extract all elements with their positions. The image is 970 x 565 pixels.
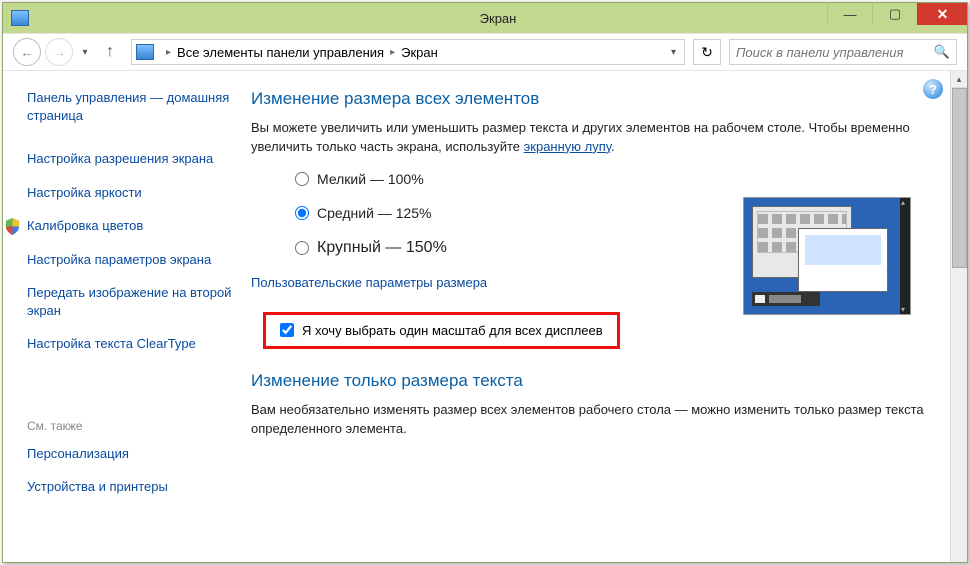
- radio-label: Средний — 125%: [317, 205, 432, 221]
- radio-label: Мелкий — 100%: [317, 171, 424, 187]
- history-dropdown[interactable]: ▾: [77, 42, 93, 62]
- sidebar-item-cleartype[interactable]: Настройка текста ClearType: [27, 335, 251, 353]
- content-area: ? Панель управления — домашняя страница …: [3, 71, 967, 562]
- breadcrumb[interactable]: ▸ Все элементы панели управления ▸ Экран…: [131, 39, 685, 65]
- sidebar: Панель управления — домашняя страница На…: [3, 71, 251, 562]
- up-button[interactable]: ↑: [97, 39, 123, 65]
- sidebar-item-brightness[interactable]: Настройка яркости: [27, 184, 251, 202]
- heading-text-size: Изменение только размера текста: [251, 371, 931, 391]
- location-icon: [136, 44, 154, 60]
- forward-button[interactable]: →: [45, 38, 73, 66]
- sidebar-home[interactable]: Панель управления — домашняя страница: [27, 89, 251, 124]
- scroll-up-button[interactable]: ▴: [951, 71, 967, 88]
- chevron-down-icon[interactable]: ▾: [671, 47, 676, 58]
- sidebar-item-personalization[interactable]: Персонализация: [27, 445, 251, 463]
- checkbox-label: Я хочу выбрать один масштаб для всех дис…: [302, 323, 603, 338]
- nav-bar: ← → ▾ ↑ ▸ Все элементы панели управления…: [3, 33, 967, 71]
- back-button[interactable]: ←: [13, 38, 41, 66]
- minimize-button[interactable]: —: [827, 3, 872, 25]
- window-frame: Экран — ▢ ✕ ← → ▾ ↑ ▸ Все элементы панел…: [2, 2, 968, 563]
- sidebar-item-devices-printers[interactable]: Устройства и принтеры: [27, 478, 251, 496]
- title-bar[interactable]: Экран — ▢ ✕: [3, 3, 967, 33]
- radio-medium-input[interactable]: [295, 206, 309, 220]
- chevron-right-icon: ▸: [390, 47, 395, 58]
- search-icon[interactable]: 🔍: [934, 44, 950, 60]
- preview-scrollbar: [900, 198, 910, 314]
- radio-large-input[interactable]: [295, 241, 309, 255]
- vertical-scrollbar[interactable]: ▴: [950, 71, 967, 562]
- preview-image: [743, 197, 911, 315]
- preview-taskbar: [752, 292, 820, 306]
- radio-small-input[interactable]: [295, 172, 309, 186]
- search-box[interactable]: 🔍: [729, 39, 957, 65]
- sidebar-item-project[interactable]: Передать изображение на второй экран: [27, 284, 251, 319]
- intro-after: .: [611, 139, 615, 154]
- breadcrumb-item[interactable]: Экран: [401, 45, 438, 60]
- see-also-label: См. также: [27, 419, 251, 433]
- sidebar-item-resolution[interactable]: Настройка разрешения экрана: [27, 150, 251, 168]
- breadcrumb-item[interactable]: Все элементы панели управления: [177, 45, 384, 60]
- window-controls: — ▢ ✕: [827, 3, 967, 33]
- search-input[interactable]: [736, 45, 934, 60]
- sidebar-item-display-settings[interactable]: Настройка параметров экрана: [27, 251, 251, 269]
- close-button[interactable]: ✕: [917, 3, 967, 25]
- magnifier-link[interactable]: экранную лупу: [524, 139, 611, 154]
- single-scale-checkbox[interactable]: [280, 323, 294, 337]
- radio-small[interactable]: Мелкий — 100%: [295, 171, 931, 187]
- shield-icon: [5, 218, 20, 235]
- radio-label: Крупный — 150%: [317, 239, 447, 257]
- preview-window-front: [798, 228, 888, 292]
- chevron-right-icon: ▸: [166, 47, 171, 58]
- sidebar-item-color-calibration[interactable]: Калибровка цветов: [27, 217, 251, 235]
- text-size-body: Вам необязательно изменять размер всех э…: [251, 401, 931, 439]
- app-icon: [11, 10, 29, 26]
- scroll-thumb[interactable]: [952, 88, 967, 268]
- refresh-button[interactable]: ↻: [693, 39, 721, 65]
- main-panel: Изменение размера всех элементов Вы може…: [251, 71, 967, 562]
- highlighted-checkbox-box: Я хочу выбрать один масштаб для всех дис…: [263, 312, 620, 349]
- maximize-button[interactable]: ▢: [872, 3, 917, 25]
- heading-resize-all: Изменение размера всех элементов: [251, 89, 931, 109]
- sidebar-item-label: Калибровка цветов: [27, 218, 143, 233]
- intro-text: Вы можете увеличить или уменьшить размер…: [251, 119, 931, 157]
